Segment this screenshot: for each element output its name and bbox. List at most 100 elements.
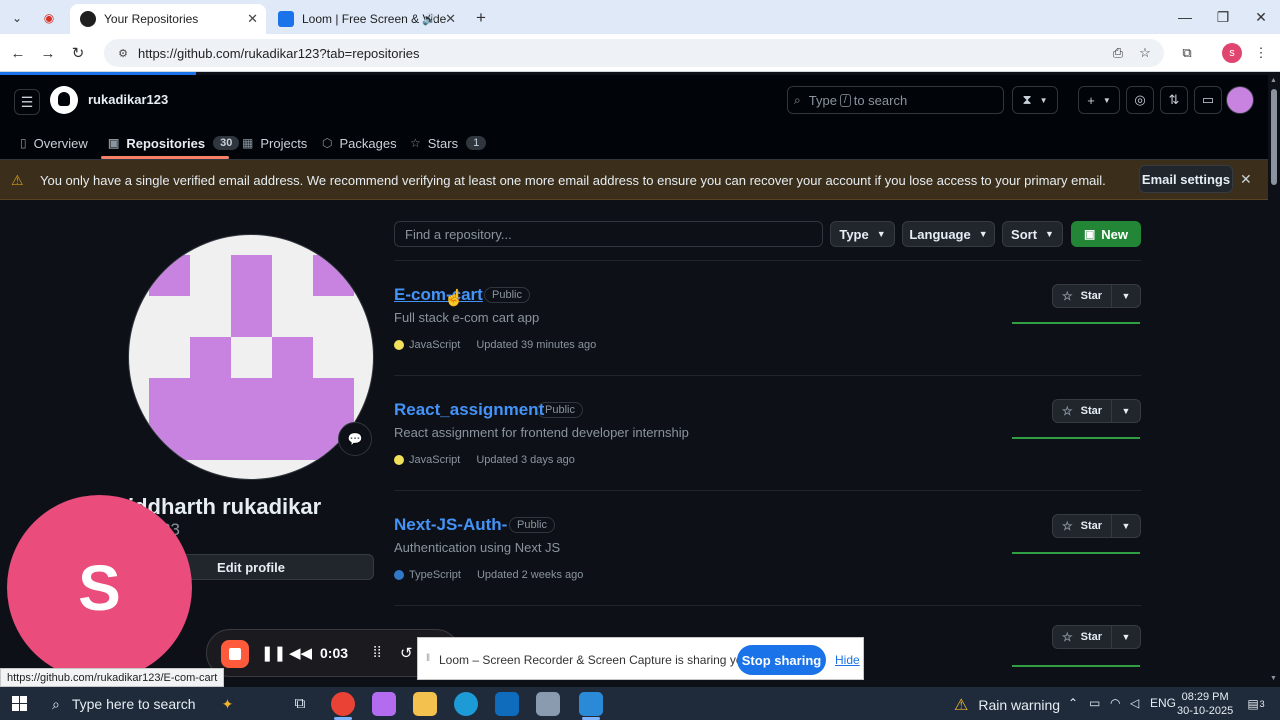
copilot-app-icon[interactable] (372, 692, 396, 716)
minimize-icon[interactable]: — (1170, 6, 1200, 28)
site-info-icon[interactable]: ⚙ (110, 47, 136, 60)
new-tab-icon[interactable]: + (470, 7, 492, 29)
global-search[interactable]: ⌕ Type / to search (787, 86, 1004, 114)
scrollbar-thumb[interactable] (1271, 89, 1277, 185)
snipping-tool-icon[interactable] (536, 692, 560, 716)
star-list-dropdown[interactable]: ▼ (1112, 284, 1141, 308)
stop-sharing-button[interactable]: Stop sharing (737, 645, 826, 675)
star-list-dropdown[interactable]: ▼ (1112, 625, 1141, 649)
tab-overview[interactable]: ▯ Overview (20, 131, 88, 155)
vscode-app-icon[interactable] (579, 692, 603, 716)
bookmark-star-icon[interactable]: ☆ (1134, 42, 1156, 64)
star-label: Star (1080, 290, 1103, 302)
tab-repositories[interactable]: ▣ Repositories 30 (108, 131, 240, 155)
audio-playing-icon[interactable]: 🔊 (422, 13, 436, 26)
repo-language: JavaScript (409, 454, 461, 466)
outlook-app-icon[interactable] (495, 692, 519, 716)
tab-packages[interactable]: ⬡ Packages (322, 131, 397, 155)
browser-profile-avatar[interactable]: s (1222, 43, 1242, 63)
grid-icon[interactable]: ⁞⁞ (373, 644, 381, 661)
repo-name-link[interactable]: React_assignment (394, 400, 544, 420)
loom-camera-bubble[interactable]: S (7, 495, 192, 680)
task-view-icon[interactable]: ⧉ (288, 692, 312, 716)
show-hidden-icons-icon[interactable]: ⌃ (1068, 696, 1078, 710)
wifi-icon[interactable]: ◠ (1110, 696, 1120, 710)
address-bar[interactable]: ⚙ https://github.com/rukadikar123?tab=re… (104, 39, 1164, 67)
type-filter-button[interactable]: Type ▼ (830, 221, 895, 247)
copilot-button[interactable]: ⧗ ▼ (1012, 86, 1058, 114)
stop-recording-button[interactable] (221, 640, 249, 668)
weather-widget[interactable]: ⚠ Rain warning (954, 695, 1060, 715)
sort-filter-button[interactable]: Sort ▼ (1002, 221, 1063, 247)
star-button[interactable]: ☆ Star (1052, 514, 1112, 538)
language-filter-button[interactable]: Language ▼ (902, 221, 995, 247)
email-settings-button[interactable]: Email settings (1139, 165, 1233, 193)
repo-name-link[interactable]: E-com-cart (394, 285, 483, 305)
reload-icon[interactable]: ↻ (67, 42, 89, 64)
tab-close-icon[interactable]: ✕ (445, 11, 456, 27)
visibility-badge: Public (484, 287, 530, 303)
pause-icon[interactable]: ❚❚ (261, 644, 286, 662)
star-button[interactable]: ☆ Star (1052, 284, 1112, 308)
drag-handle-icon[interactable]: ‖ (426, 653, 430, 664)
tab-search-icon[interactable]: ⌄ (6, 7, 28, 29)
language-color-icon (394, 455, 404, 465)
window-close-icon[interactable]: ✕ (1246, 6, 1276, 28)
user-avatar[interactable] (1226, 86, 1254, 114)
package-icon: ⬡ (322, 136, 333, 150)
file-explorer-icon[interactable] (413, 692, 437, 716)
profile-nav: ▯ Overview ▣ Repositories 30 ▦ Projects … (0, 125, 1268, 160)
taskbar-search[interactable]: ⌕ Type here to search ✦ (42, 689, 273, 719)
input-language[interactable]: ENG (1150, 696, 1176, 710)
issues-button[interactable]: ◎ (1126, 86, 1154, 114)
back-icon[interactable]: ← (7, 42, 29, 64)
tab-loom[interactable]: Loom | Free Screen & Vide 🔊 ✕ (268, 4, 464, 34)
forward-icon[interactable]: → (37, 42, 59, 64)
tab-label: Projects (260, 135, 308, 151)
system-clock[interactable]: 08:29 PM 30-10-2025 (1177, 690, 1233, 718)
page-scrollbar[interactable]: ▲ ▼ (1268, 75, 1280, 687)
browser-menu-icon[interactable]: ⋮ (1250, 42, 1272, 64)
mouse-cursor-icon: ☝ (444, 290, 464, 307)
extensions-icon[interactable]: ⧉ (1176, 42, 1198, 64)
battery-icon[interactable]: ▭ (1089, 696, 1100, 710)
chrome-app-icon[interactable] (331, 692, 355, 716)
find-repository-input[interactable]: Find a repository... (394, 221, 823, 247)
scroll-down-icon[interactable]: ▼ (1270, 675, 1277, 682)
rewind-icon[interactable]: ◀◀ (289, 644, 312, 662)
new-repository-button[interactable]: ▣ New (1071, 221, 1141, 247)
star-list-dropdown[interactable]: ▼ (1112, 514, 1141, 538)
volume-icon[interactable]: ◁ (1130, 696, 1139, 710)
tab-your-repositories[interactable]: Your Repositories ✕ (70, 4, 266, 34)
banner-close-icon[interactable]: ✕ (1240, 171, 1252, 188)
pull-requests-button[interactable]: ⇅ (1160, 86, 1188, 114)
language-color-icon (394, 340, 404, 350)
notifications-button[interactable]: ▭ (1194, 86, 1222, 114)
tab-close-icon[interactable]: ✕ (247, 11, 258, 27)
restore-icon[interactable]: ❐ (1208, 6, 1238, 28)
tab-projects[interactable]: ▦ Projects (242, 131, 307, 155)
restart-icon[interactable]: ↺ (400, 644, 413, 662)
github-logo-icon[interactable] (50, 86, 78, 114)
profile-initial: s (1229, 47, 1235, 59)
create-new-button[interactable]: + ▼ (1078, 86, 1120, 114)
tab-label: Repositories (126, 135, 206, 151)
repo-name-link[interactable]: Next-JS-Auth- (394, 515, 507, 535)
star-icon: ☆ (1061, 289, 1073, 303)
star-button[interactable]: ☆ Star (1052, 625, 1112, 649)
install-app-icon[interactable]: ⎙ (1107, 42, 1129, 64)
hide-link[interactable]: Hide (835, 653, 860, 667)
set-status-icon[interactable]: 💬 (338, 422, 372, 456)
header-username[interactable]: rukadikar123 (88, 92, 168, 107)
windows-start-icon[interactable] (12, 696, 27, 711)
star-list-dropdown[interactable]: ▼ (1112, 399, 1141, 423)
hamburger-menu-icon[interactable]: ☰ (14, 89, 40, 115)
notification-center-icon[interactable]: ▤ 3 (1245, 695, 1267, 713)
scroll-up-icon[interactable]: ▲ (1270, 77, 1277, 84)
star-button[interactable]: ☆ Star (1052, 399, 1112, 423)
tab-stars[interactable]: ☆ Stars 1 (410, 131, 487, 155)
repo-list-item: Next-JS-Auth- Public Authentication usin… (394, 514, 1141, 625)
chevron-down-icon: ▼ (1102, 95, 1111, 105)
edge-app-icon[interactable] (454, 692, 478, 716)
profile-avatar[interactable] (128, 234, 374, 480)
